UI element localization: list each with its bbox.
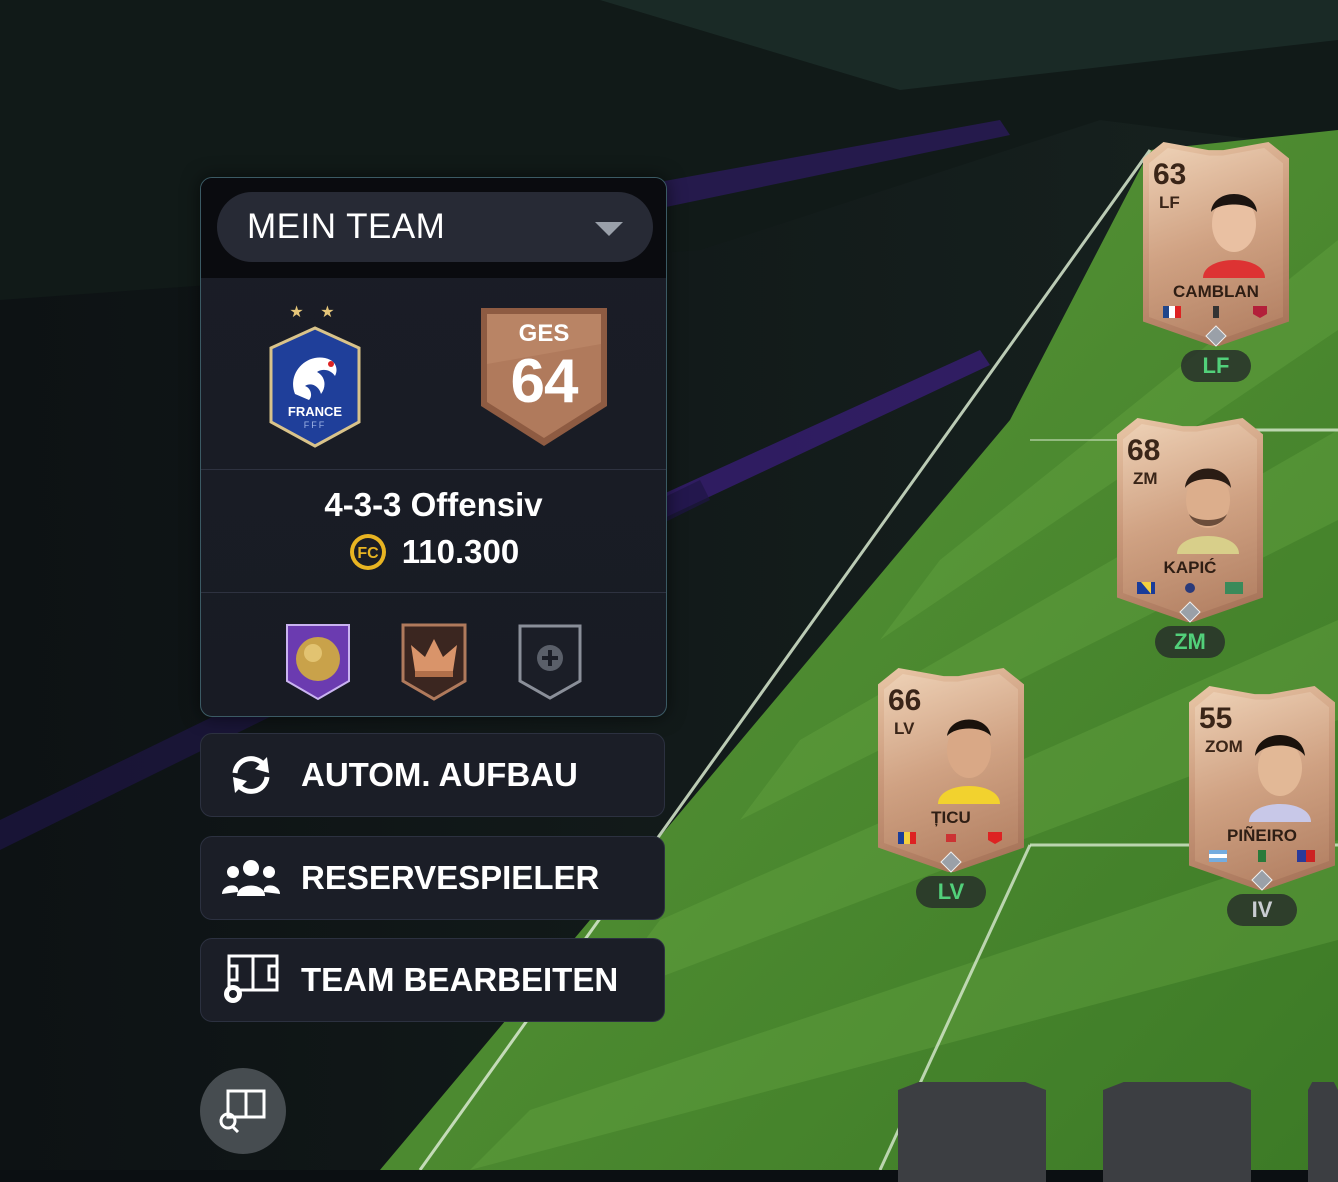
quality-gem-icon [1251,869,1273,891]
player-portrait [938,719,1000,804]
player-rating: 55 [1199,702,1233,735]
nation-flag-icon [1209,850,1227,862]
edit-team-button[interactable]: TEAM BEARBEITEN [200,938,665,1022]
league-icon [1213,306,1219,318]
player-card-position: ZM [1133,469,1158,488]
ges-rating-badge: GES 64 [477,304,611,454]
player-portrait [1177,468,1239,554]
player-rating: 66 [888,684,922,717]
player-portrait [1203,194,1265,278]
pitch-view-button[interactable] [200,1068,286,1154]
quality-gem-icon [1205,325,1227,347]
club-crest-icon [1253,306,1267,318]
empty-player-slot[interactable] [1308,1082,1338,1182]
player-card-position: LV [894,719,915,738]
team-value: FC 110.300 [201,532,666,572]
team-selector-label: MEIN TEAM [247,207,446,246]
player-card-position: LF [1159,193,1180,212]
add-slot-icon[interactable] [517,623,583,701]
auto-build-label: AUTOM. AUFBAU [301,756,578,793]
refresh-icon [232,756,270,794]
player-card-position: ZOM [1205,737,1243,756]
crest-stars: ★ ★ [289,304,341,321]
pitch-gear-icon [224,954,279,1003]
team-panel: MEIN TEAM ★ ★ FRANCE FFF GES 64 4-3-3 Of… [200,177,667,717]
users-icon [222,860,280,896]
player-name: KAPIĆ [1163,558,1217,577]
club-crest-icon [988,832,1002,844]
crest-sub: FFF [304,420,327,430]
reserves-label: RESERVESPIELER [301,859,600,896]
france-crest-icon: ★ ★ FRANCE FFF [265,302,365,452]
league-icon [946,834,956,842]
ges-label: GES [518,320,570,347]
svg-text:FC: FC [357,545,379,562]
league-icon [1258,850,1266,862]
coin-icon: FC [349,534,386,570]
nation-flag-icon [1163,306,1181,318]
team-badges-row: ★ ★ FRANCE FFF GES 64 [201,278,666,470]
player-portrait [1249,735,1311,822]
team-value-amount: 110.300 [401,533,520,570]
formation-label: 4-3-3 Offensiv [324,486,543,523]
player-name: PIÑEIRO [1227,826,1297,845]
player-rating: 63 [1153,158,1187,191]
club-crest-icon [1297,850,1315,862]
empty-player-slot[interactable] [898,1082,1046,1182]
quality-gem-icon [940,851,962,873]
player-name: CAMBLAN [1173,282,1259,301]
player-name: ȚICU [931,808,971,827]
ges-value: 64 [510,347,579,416]
slot-position: ZM [1155,626,1225,658]
team-selector-bar: MEIN TEAM [201,178,666,278]
formation-row: 4-3-3 Offensiv FC 110.300 [201,470,666,593]
chemistry-items-row [201,593,666,716]
chevron-down-icon [595,222,623,236]
quality-gem-icon [1179,601,1201,623]
slot-position: IV [1227,894,1297,926]
crown-chemistry-icon[interactable] [401,623,467,701]
nation-flag-icon [898,832,916,844]
nation-flag-icon [1137,582,1155,594]
edit-team-label: TEAM BEARBEITEN [301,961,619,998]
reserves-button[interactable]: RESERVESPIELER [200,836,665,920]
league-icon [1185,583,1195,593]
empty-player-slot[interactable] [1103,1082,1251,1182]
auto-build-button[interactable]: AUTOM. AUFBAU [200,733,665,817]
pitch-search-icon [219,1089,266,1133]
slot-position: LF [1181,350,1251,382]
club-crest-icon [1225,582,1243,594]
crest-name: FRANCE [288,404,342,419]
slot-position: LV [916,876,986,908]
player-rating: 68 [1127,434,1161,467]
team-selector-dropdown[interactable]: MEIN TEAM [217,192,653,262]
ball-chemistry-icon[interactable] [285,623,351,701]
